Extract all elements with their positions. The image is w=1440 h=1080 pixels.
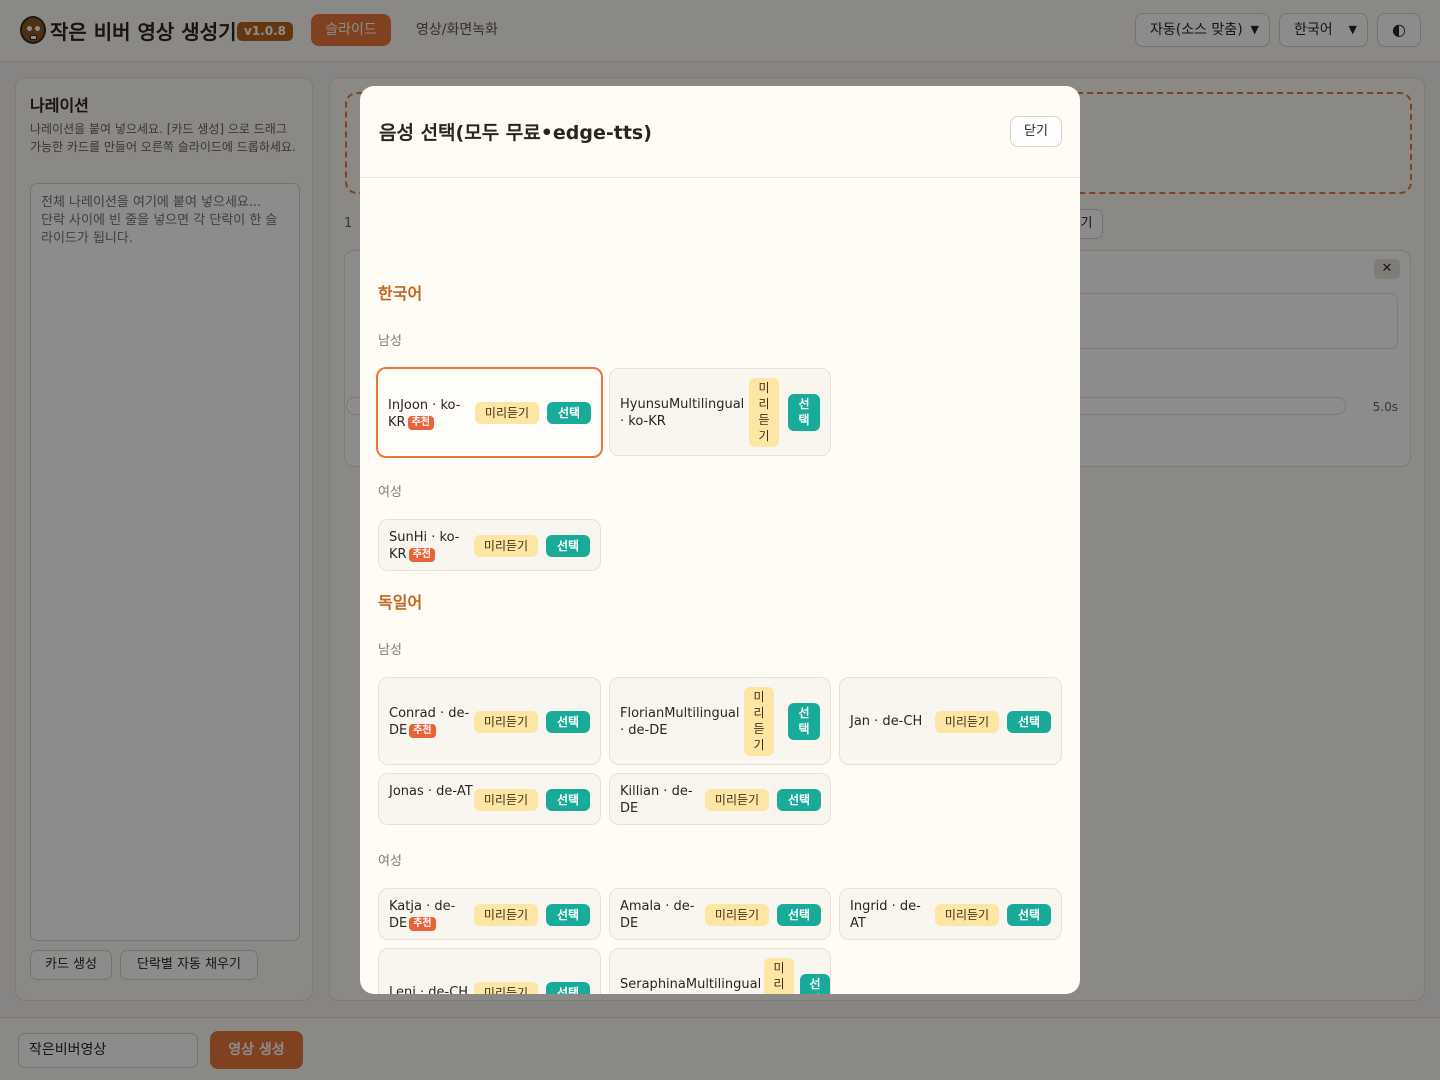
select-button[interactable]: 선 택 xyxy=(788,394,820,431)
modal-header: 음성 선택(모두 무료•edge-tts) 닫기 xyxy=(360,86,1080,178)
recommended-badge: 추천 xyxy=(408,548,435,562)
voice-list: 한국어 남성 InJoon · ko-KR 추천 미리듣기 선택 HyunsuMu… xyxy=(360,179,1080,994)
preview-label: 미 리 듣 기 xyxy=(758,381,770,443)
select-button[interactable]: 선택 xyxy=(546,711,590,733)
select-label: 선 택 xyxy=(798,397,810,427)
voice-card[interactable]: SunHi · ko-KR 추천 미리듣기 선택 xyxy=(378,519,601,571)
voice-card[interactable]: HyunsuMultilingual · ko-KR 미 리 듣 기 선 택 xyxy=(609,368,831,456)
voice-name: Leni · de-CH xyxy=(389,985,469,994)
modal-title: 음성 선택(모두 무료•edge-tts) xyxy=(379,122,652,144)
preview-button[interactable]: 미리듣기 xyxy=(705,789,769,811)
select-button[interactable]: 선 택 xyxy=(800,974,830,994)
preview-button[interactable]: 미 리 듣 기 xyxy=(764,958,794,994)
voice-name: SeraphinaMultilingual · de-DE xyxy=(620,977,762,992)
voice-card[interactable]: Killian · de-DE 미리듣기 선택 xyxy=(609,773,831,825)
recommended-badge: 추천 xyxy=(409,724,436,738)
voice-select-modal: 음성 선택(모두 무료•edge-tts) 닫기 한국어 남성 InJoon ·… xyxy=(360,86,1080,994)
voice-name: Amala · de-DE xyxy=(620,899,695,931)
select-button[interactable]: 선 택 xyxy=(788,703,820,740)
select-button[interactable]: 선택 xyxy=(777,789,821,811)
select-button[interactable]: 선택 xyxy=(1007,904,1051,926)
preview-button[interactable]: 미리듣기 xyxy=(935,711,999,733)
voice-name: HyunsuMultilingual · ko-KR xyxy=(620,397,745,429)
voice-card[interactable]: Katja · de-DE 추천 미리듣기 선택 xyxy=(378,888,601,940)
preview-label: 미 리 듣 기 xyxy=(773,961,785,994)
close-button[interactable]: 닫기 xyxy=(1010,116,1062,147)
recommended-badge: 추천 xyxy=(407,416,434,430)
preview-button[interactable]: 미 리 듣 기 xyxy=(749,378,779,447)
recommended-badge: 추천 xyxy=(409,917,436,931)
voice-name: FlorianMultilingual · de-DE xyxy=(620,706,740,738)
select-button[interactable]: 선택 xyxy=(547,402,591,424)
voice-card[interactable]: Leni · de-CH 미리듣기 선택 xyxy=(378,948,601,994)
language-heading: 한국어 xyxy=(378,284,423,303)
gender-heading: 여성 xyxy=(378,485,402,500)
voice-name: Jonas · de-AT xyxy=(389,784,473,799)
voice-name: Jan · de-CH xyxy=(850,714,923,729)
select-button[interactable]: 선택 xyxy=(777,904,821,926)
voice-card[interactable]: Jan · de-CH 미리듣기 선택 xyxy=(839,677,1062,765)
gender-heading: 여성 xyxy=(378,854,402,869)
language-heading: 독일어 xyxy=(378,593,423,612)
preview-button[interactable]: 미리듣기 xyxy=(475,402,539,424)
voice-card[interactable]: InJoon · ko-KR 추천 미리듣기 선택 xyxy=(376,367,603,458)
preview-button[interactable]: 미리듣기 xyxy=(705,904,769,926)
select-button[interactable]: 선택 xyxy=(546,904,590,926)
preview-label: 미 리 듣 기 xyxy=(753,690,765,752)
voice-name: Katja · de-DE 추천 xyxy=(389,899,456,931)
select-label: 선 택 xyxy=(798,706,810,736)
voice-card[interactable]: FlorianMultilingual · de-DE 미 리 듣 기 선 택 xyxy=(609,677,831,765)
voice-card[interactable]: Ingrid · de-AT 미리듣기 선택 xyxy=(839,888,1062,940)
voice-name: Conrad · de-DE 추천 xyxy=(389,706,470,738)
select-button[interactable]: 선택 xyxy=(1007,711,1051,733)
preview-button[interactable]: 미 리 듣 기 xyxy=(744,687,774,756)
select-button[interactable]: 선택 xyxy=(546,982,590,994)
preview-button[interactable]: 미리듣기 xyxy=(474,535,538,557)
preview-button[interactable]: 미리듣기 xyxy=(474,904,538,926)
select-button[interactable]: 선택 xyxy=(546,789,590,811)
preview-button[interactable]: 미리듣기 xyxy=(474,789,538,811)
voice-card[interactable]: Jonas · de-AT 미리듣기 선택 xyxy=(378,773,601,825)
gender-heading: 남성 xyxy=(378,334,402,349)
voice-name: Killian · de-DE xyxy=(620,784,693,816)
gender-heading: 남성 xyxy=(378,643,402,658)
select-label: 선 택 xyxy=(809,977,821,994)
voice-name: Ingrid · de-AT xyxy=(850,899,921,931)
preview-button[interactable]: 미리듣기 xyxy=(474,711,538,733)
select-button[interactable]: 선택 xyxy=(546,535,590,557)
preview-button[interactable]: 미리듣기 xyxy=(935,904,999,926)
voice-card[interactable]: Amala · de-DE 미리듣기 선택 xyxy=(609,888,831,940)
preview-button[interactable]: 미리듣기 xyxy=(474,982,538,994)
voice-card[interactable]: SeraphinaMultilingual · de-DE 미 리 듣 기 선 … xyxy=(609,948,831,994)
voice-name: SunHi · ko-KR 추천 xyxy=(389,530,460,562)
voice-name: InJoon · ko-KR 추천 xyxy=(388,398,461,430)
voice-card[interactable]: Conrad · de-DE 추천 미리듣기 선택 xyxy=(378,677,601,765)
